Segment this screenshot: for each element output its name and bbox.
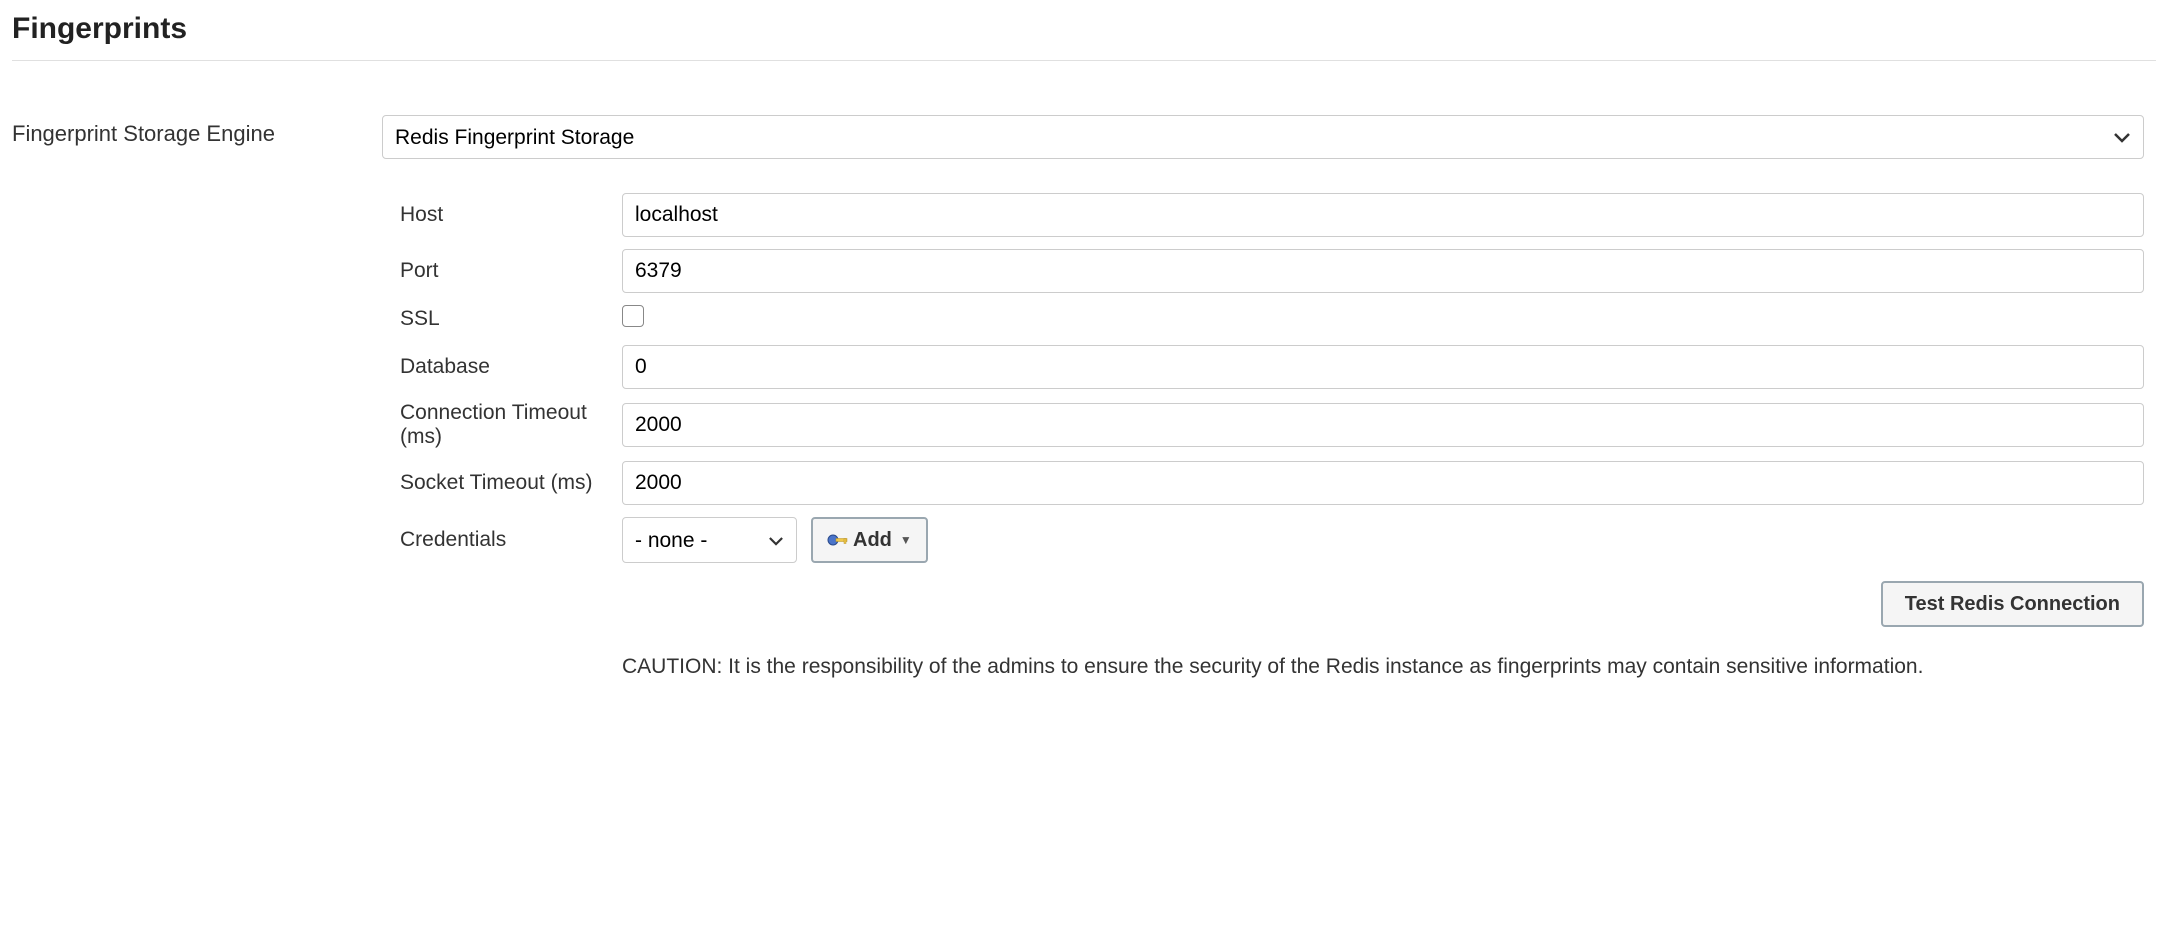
section-title: Fingerprints	[12, 12, 2156, 61]
port-label: Port	[382, 259, 622, 283]
socket-timeout-input[interactable]	[622, 461, 2144, 505]
ssl-row: SSL	[382, 305, 2144, 333]
host-input[interactable]	[622, 193, 2144, 237]
port-input[interactable]	[622, 249, 2144, 293]
connection-timeout-row: Connection Timeout (ms)	[382, 401, 2144, 449]
socket-timeout-row: Socket Timeout (ms)	[382, 461, 2144, 505]
credentials-label: Credentials	[382, 528, 622, 552]
host-label: Host	[382, 203, 622, 227]
caret-down-icon: ▼	[900, 533, 912, 547]
database-row: Database	[382, 345, 2144, 389]
test-connection-button[interactable]: Test Redis Connection	[1881, 581, 2144, 627]
connection-timeout-label: Connection Timeout (ms)	[382, 401, 622, 449]
add-credentials-button[interactable]: Add ▼	[811, 517, 928, 563]
connection-timeout-input[interactable]	[622, 403, 2144, 447]
key-icon	[827, 532, 849, 548]
ssl-label: SSL	[382, 307, 622, 331]
add-label: Add	[853, 529, 892, 552]
credentials-select[interactable]: - none -	[622, 517, 797, 563]
caution-text: CAUTION: It is the responsibility of the…	[622, 651, 1923, 683]
engine-row: Fingerprint Storage Engine Redis Fingerp…	[12, 115, 2156, 159]
ssl-checkbox[interactable]	[622, 305, 644, 327]
caution-row: CAUTION: It is the responsibility of the…	[622, 651, 2144, 683]
engine-label: Fingerprint Storage Engine	[12, 115, 382, 147]
engine-config: Host Port SSL Database Connection Timeou…	[382, 177, 2156, 683]
credentials-row: Credentials - none - Add	[382, 517, 2144, 563]
engine-select[interactable]: Redis Fingerprint Storage	[382, 115, 2144, 159]
socket-timeout-label: Socket Timeout (ms)	[382, 471, 622, 495]
database-input[interactable]	[622, 345, 2144, 389]
port-row: Port	[382, 249, 2144, 293]
host-row: Host	[382, 193, 2144, 237]
database-label: Database	[382, 355, 622, 379]
